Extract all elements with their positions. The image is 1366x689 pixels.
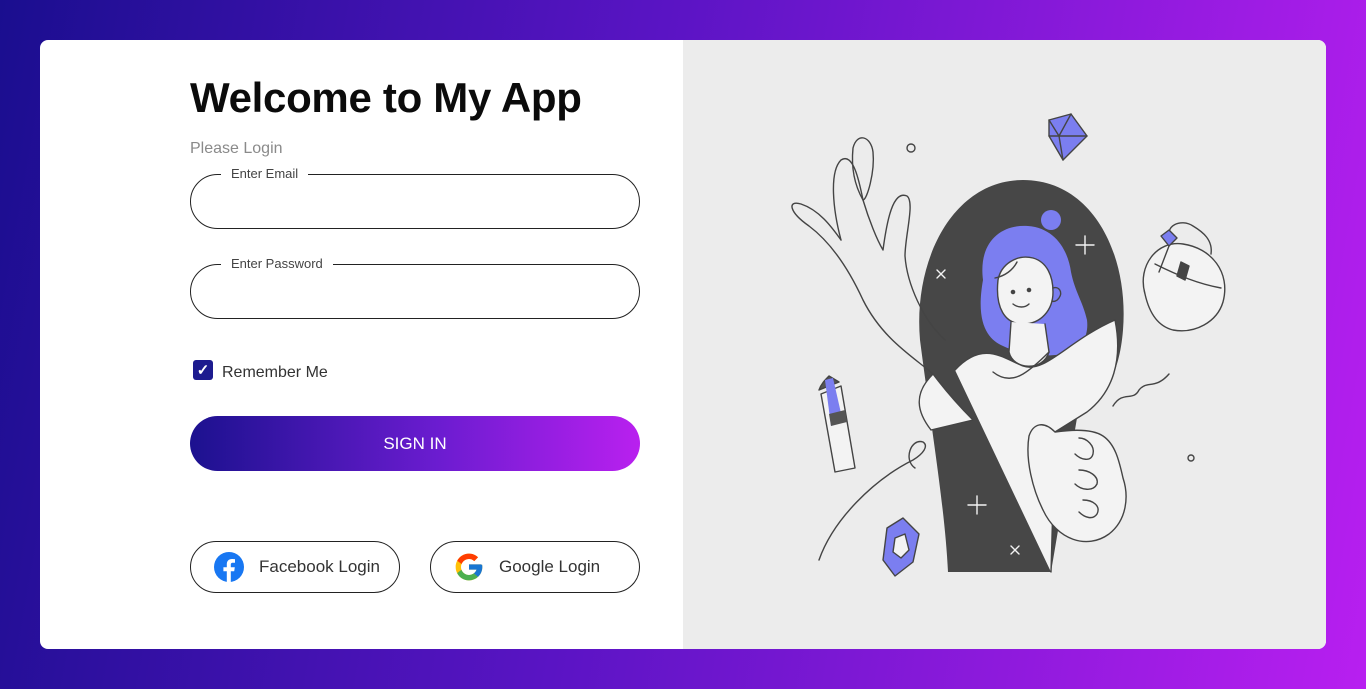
google-login-label: Google Login xyxy=(499,557,601,576)
remember-me-checkbox[interactable]: ✓ xyxy=(193,360,213,380)
login-panel: Welcome to My App Please Login Enter Ema… xyxy=(40,40,683,649)
google-icon xyxy=(455,553,483,581)
remember-me-label[interactable]: Remember Me xyxy=(222,364,328,382)
login-subtitle: Please Login xyxy=(190,140,283,157)
facebook-icon xyxy=(214,552,244,582)
sign-in-button[interactable]: SIGN IN xyxy=(190,416,640,471)
email-field-label: Enter Email xyxy=(221,166,309,182)
check-icon: ✓ xyxy=(196,361,210,379)
password-field-label: Enter Password xyxy=(221,256,333,272)
login-card: Welcome to My App Please Login Enter Ema… xyxy=(40,40,1326,649)
password-field[interactable] xyxy=(211,275,621,309)
welcome-illustration xyxy=(791,113,1226,577)
email-field[interactable] xyxy=(211,185,621,219)
password-field-wrapper: Enter Password xyxy=(190,256,640,319)
facebook-login-button[interactable]: Facebook Login xyxy=(190,541,400,593)
page-title: Welcome to My App xyxy=(190,74,582,121)
facebook-login-label: Facebook Login xyxy=(259,557,380,576)
illustration-panel xyxy=(683,40,1326,649)
google-login-button[interactable]: Google Login xyxy=(430,541,640,593)
remember-me: ✓ Remember Me xyxy=(193,358,328,382)
email-field-wrapper: Enter Email xyxy=(190,166,640,229)
